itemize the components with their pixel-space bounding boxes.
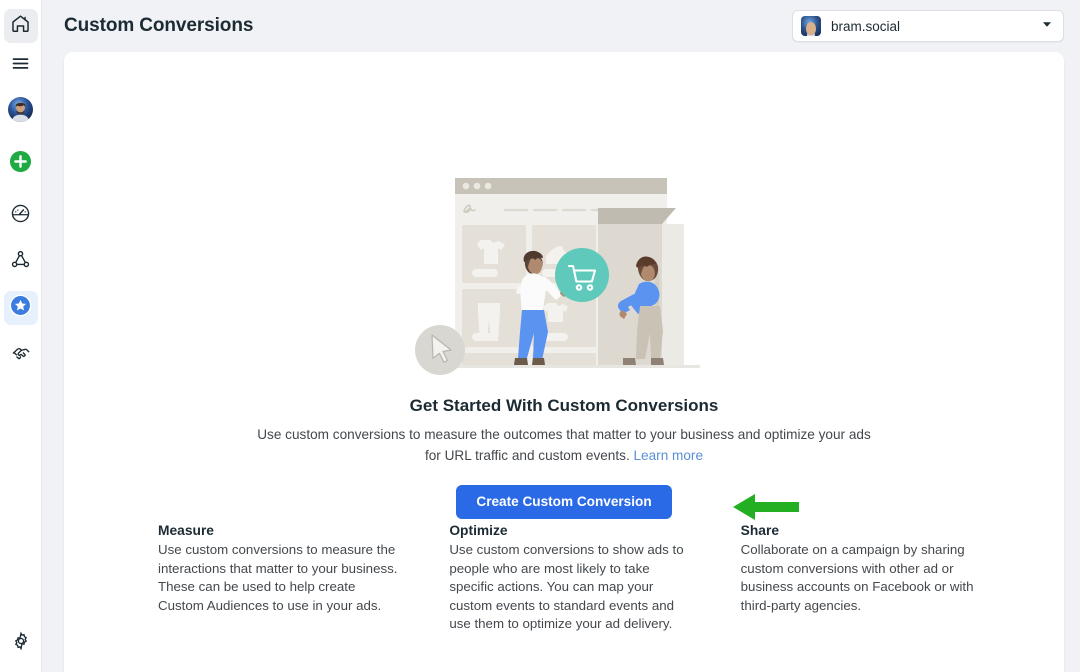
app-root: Custom Conversions bram.social Get Start… <box>0 0 1080 672</box>
chevron-down-icon <box>1041 17 1053 35</box>
empty-state-description: Use custom conversions to measure the ou… <box>252 424 877 466</box>
network-icon <box>10 249 31 275</box>
sidebar-item-profile[interactable] <box>4 95 38 129</box>
main-column: Custom Conversions bram.social Get Start… <box>42 0 1080 672</box>
account-selector[interactable]: bram.social <box>792 10 1064 42</box>
handshake-icon <box>10 342 32 369</box>
feature-body: Use custom conversions to show ads to pe… <box>449 542 684 632</box>
feature-columns: Measure Use custom conversions to measur… <box>158 523 1032 634</box>
cta-row: Create Custom Conversion <box>64 485 1064 522</box>
empty-state-description-text: Use custom conversions to measure the ou… <box>257 427 871 463</box>
sidebar-item-performance[interactable] <box>4 199 38 233</box>
avatar-icon <box>8 97 33 127</box>
account-name: bram.social <box>831 18 901 34</box>
home-icon <box>10 13 31 39</box>
star-circle-icon <box>9 294 32 322</box>
sidebar-item-create[interactable] <box>4 147 38 181</box>
sidebar-item-custom-conversions[interactable] <box>3 291 38 325</box>
account-avatar-icon <box>801 16 821 36</box>
plus-circle-icon <box>9 150 32 178</box>
sidebar-item-settings[interactable] <box>4 626 38 660</box>
menu-icon <box>10 53 31 79</box>
left-sidebar <box>0 0 42 672</box>
feature-column-measure: Measure Use custom conversions to measur… <box>158 523 449 634</box>
content-card: Get Started With Custom Conversions Use … <box>64 52 1064 672</box>
feature-title: Share <box>740 523 780 538</box>
gear-icon <box>11 630 31 656</box>
feature-body: Collaborate on a campaign by sharing cus… <box>740 542 974 613</box>
create-custom-conversion-button[interactable]: Create Custom Conversion <box>456 485 672 519</box>
storefront-shopping-illustration <box>412 172 717 382</box>
feature-column-share: Share Collaborate on a campaign by shari… <box>741 523 1032 634</box>
sidebar-item-home[interactable] <box>3 9 38 43</box>
feature-title: Optimize <box>449 523 508 538</box>
feature-title: Measure <box>158 523 214 538</box>
gauge-icon <box>10 203 31 229</box>
empty-state-title: Get Started With Custom Conversions <box>409 396 719 415</box>
sidebar-item-audiences[interactable] <box>4 245 38 279</box>
page-title: Custom Conversions <box>64 15 254 36</box>
green-left-arrow-annotation-icon <box>733 492 799 522</box>
feature-column-optimize: Optimize Use custom conversions to show … <box>449 523 740 634</box>
topbar: Custom Conversions bram.social <box>42 0 1080 52</box>
empty-state: Get Started With Custom Conversions Use … <box>64 172 1064 522</box>
sidebar-item-partnerships[interactable] <box>4 338 38 372</box>
learn-more-link[interactable]: Learn more <box>634 448 704 463</box>
sidebar-item-menu[interactable] <box>4 49 38 83</box>
feature-body: Use custom conversions to measure the in… <box>158 542 398 613</box>
